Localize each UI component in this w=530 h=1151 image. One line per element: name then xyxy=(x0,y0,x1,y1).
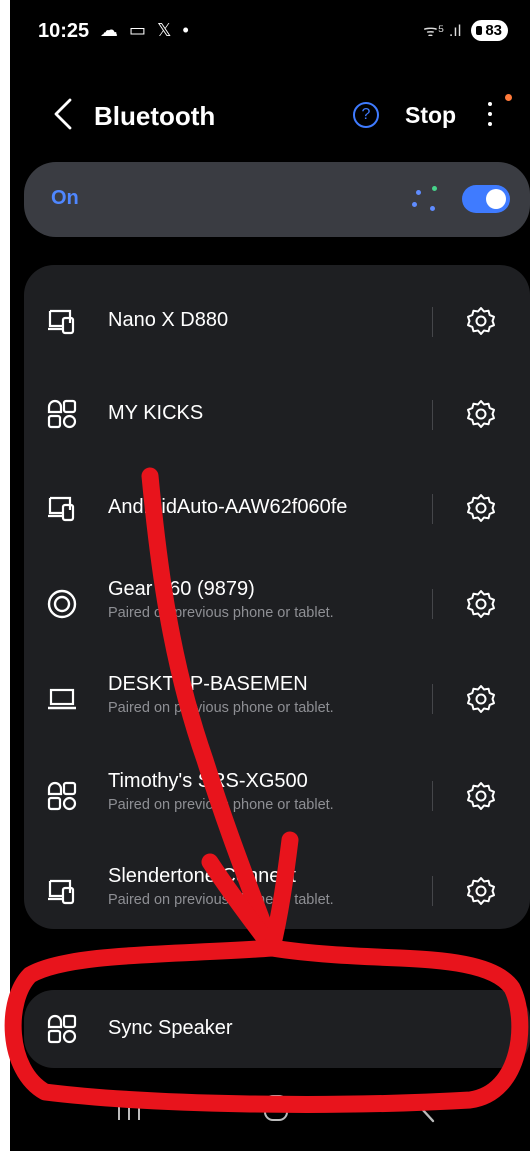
device-row[interactable]: Gear 360 (9879) Paired on previous phone… xyxy=(24,556,530,650)
gear-icon[interactable] xyxy=(465,780,497,812)
camera-ring-icon xyxy=(47,589,77,619)
device-row[interactable]: MY KICKS xyxy=(24,368,530,462)
device-name: Slendertone Connect xyxy=(108,865,296,887)
home-icon[interactable] xyxy=(264,1095,288,1121)
device-row[interactable]: DESKTOP-BASEMEN Paired on previous phone… xyxy=(24,653,530,747)
laptop-icon xyxy=(48,688,76,710)
gear-icon[interactable] xyxy=(465,305,497,337)
device-name: MY KICKS xyxy=(108,402,204,424)
available-device-row[interactable]: Sync Speaker xyxy=(24,990,530,1068)
scanning-icon xyxy=(412,184,442,214)
back-arrow-icon[interactable] xyxy=(50,96,76,132)
navigation-bar xyxy=(10,1075,530,1151)
battery-indicator: 83 xyxy=(471,19,508,41)
page-title: Bluetooth xyxy=(94,101,216,131)
paired-devices-list: Nano X D880 MY KICKS AndroidAuto-AAW62f0… xyxy=(24,265,530,929)
divider xyxy=(432,781,433,811)
app-header: Bluetooth ? Stop xyxy=(10,82,530,152)
notification-icons: ☁ ▭ 𝕏 • xyxy=(100,20,192,40)
device-subtitle: Paired on previous phone or tablet. xyxy=(108,605,334,621)
recents-icon[interactable] xyxy=(118,1096,140,1120)
system-status-icons: ᯤ⁵ .ıl 83 xyxy=(423,19,508,41)
divider xyxy=(432,307,433,337)
divider xyxy=(432,684,433,714)
gear-icon[interactable] xyxy=(465,398,497,430)
available-devices-heading: Availab xyxy=(50,955,96,970)
device-name: AndroidAuto-AAW62f060fe xyxy=(108,496,348,518)
device-row[interactable]: Timothy's SRS-XG500 Paired on previous p… xyxy=(24,750,530,844)
device-name: DESKTOP-BASEMEN xyxy=(108,673,308,695)
notification-dot xyxy=(505,94,512,101)
divider xyxy=(432,494,433,524)
status-time: 10:25 xyxy=(38,20,90,42)
stop-button[interactable]: Stop xyxy=(405,102,456,129)
more-options-icon[interactable] xyxy=(482,96,498,132)
device-subtitle: Paired on previous phone or tablet. xyxy=(108,797,334,813)
status-bar: 10:25 ☁ ▭ 𝕏 • ᯤ⁵ .ıl 83 xyxy=(10,0,530,60)
device-row[interactable]: AndroidAuto-AAW62f060fe xyxy=(24,462,530,556)
gear-icon[interactable] xyxy=(465,588,497,620)
bluetooth-toggle-card[interactable]: On xyxy=(24,162,530,237)
phone-screen: 10:25 ☁ ▭ 𝕏 • ᯤ⁵ .ıl 83 Bluetooth ? Stop… xyxy=(10,0,530,1151)
device-name: Sync Speaker xyxy=(108,1017,233,1039)
help-icon[interactable]: ? xyxy=(353,102,379,128)
laptop-phone-icon xyxy=(48,496,75,522)
device-row[interactable]: Nano X D880 xyxy=(24,275,530,369)
gear-icon[interactable] xyxy=(465,875,497,907)
laptop-phone-icon xyxy=(48,879,75,905)
device-name: Timothy's SRS-XG500 xyxy=(108,770,308,792)
device-subtitle: Paired on previous phone or tablet. xyxy=(108,700,334,716)
divider xyxy=(432,589,433,619)
bluetooth-switch[interactable] xyxy=(462,185,510,213)
device-subtitle: Paired on previous phone or tablet. xyxy=(108,892,334,908)
gear-icon[interactable] xyxy=(465,492,497,524)
divider xyxy=(432,876,433,906)
apps-grid-icon xyxy=(47,781,77,811)
apps-grid-icon xyxy=(47,1014,77,1044)
nav-back-icon[interactable] xyxy=(418,1093,438,1125)
gear-icon[interactable] xyxy=(465,683,497,715)
device-name: Gear 360 (9879) xyxy=(108,578,255,600)
divider xyxy=(432,400,433,430)
apps-grid-icon xyxy=(47,399,77,429)
laptop-phone-icon xyxy=(48,309,75,335)
device-row[interactable]: Slendertone Connect Paired on previous p… xyxy=(24,845,530,929)
device-name: Nano X D880 xyxy=(108,309,229,331)
signal-icon: ᯤ⁵ .ıl xyxy=(423,23,462,40)
toggle-label: On xyxy=(51,187,79,209)
